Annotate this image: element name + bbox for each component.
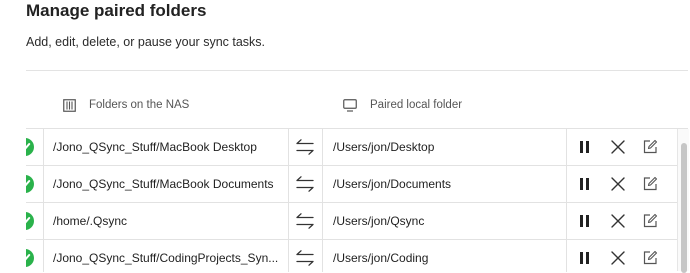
cell-separator	[43, 203, 44, 239]
table-row[interactable]: /Jono_QSync_Stuff/MacBook Documents/User…	[26, 166, 688, 203]
nas-folder-path: /Jono_QSync_Stuff/MacBook Desktop	[53, 140, 257, 154]
edit-button[interactable]	[641, 249, 659, 267]
close-icon	[611, 177, 625, 191]
pause-icon	[580, 141, 589, 153]
checkmark-icon	[26, 254, 31, 261]
cell-separator	[288, 240, 289, 272]
remove-button[interactable]	[609, 212, 627, 230]
edit-icon	[643, 213, 658, 228]
pause-button[interactable]	[576, 175, 594, 193]
cell-separator	[288, 129, 289, 165]
cell-separator	[566, 129, 567, 165]
status-indicator	[26, 212, 34, 230]
table-row[interactable]: /home/.Qsync/Users/jon/Qsync	[26, 203, 688, 240]
sync-direction	[294, 249, 316, 267]
cell-separator	[566, 240, 567, 272]
cell-separator	[43, 166, 44, 202]
edit-button[interactable]	[641, 138, 659, 156]
cell-separator	[43, 129, 44, 165]
sync-direction	[294, 138, 316, 156]
local-folder-path: /Users/jon/Desktop	[333, 140, 435, 154]
checkmark-icon	[26, 217, 31, 224]
section-divider	[26, 70, 688, 71]
sync-direction	[294, 212, 316, 230]
local-folder-path: /Users/jon/Qsync	[333, 214, 425, 228]
close-icon	[611, 214, 625, 228]
cell-separator	[322, 203, 323, 239]
status-indicator	[26, 249, 34, 267]
edit-icon	[643, 250, 658, 265]
local-folder-path: /Users/jon/Documents	[333, 177, 452, 191]
remove-button[interactable]	[609, 175, 627, 193]
pause-button[interactable]	[576, 138, 594, 156]
pause-icon	[580, 215, 589, 227]
cell-separator	[288, 203, 289, 239]
column-header-nas-label: Folders on the NAS	[89, 99, 190, 111]
pause-button[interactable]	[576, 249, 594, 267]
remove-button[interactable]	[609, 249, 627, 267]
cell-separator	[322, 240, 323, 272]
sync-arrows-icon	[296, 176, 314, 192]
close-icon	[611, 140, 625, 154]
edit-button[interactable]	[641, 212, 659, 230]
column-header-local: Paired local folder	[343, 96, 462, 114]
status-indicator	[26, 138, 34, 156]
cell-separator	[566, 166, 567, 202]
checkmark-icon	[26, 180, 31, 187]
cell-separator	[322, 166, 323, 202]
cell-separator	[288, 166, 289, 202]
cell-separator	[43, 240, 44, 272]
pause-button[interactable]	[576, 212, 594, 230]
close-icon	[611, 251, 625, 265]
sync-arrows-icon	[296, 213, 314, 229]
scrollbar-thumb[interactable]	[681, 143, 687, 273]
page-subtitle: Add, edit, delete, or pause your sync ta…	[26, 35, 266, 49]
local-folder-path: /Users/jon/Coding	[333, 251, 429, 265]
status-indicator	[26, 175, 34, 193]
pause-icon	[580, 178, 589, 190]
nas-server-icon	[63, 98, 76, 112]
column-header-local-label: Paired local folder	[370, 99, 463, 111]
edit-icon	[643, 176, 658, 191]
nas-folder-path: /home/.Qsync	[53, 214, 128, 228]
edit-button[interactable]	[641, 175, 659, 193]
sync-arrows-icon	[296, 139, 314, 155]
remove-button[interactable]	[609, 138, 627, 156]
pause-icon	[580, 252, 589, 264]
table-scrollbar[interactable]	[677, 129, 689, 273]
nas-folder-path: /Jono_QSync_Stuff/CodingProjects_Syn...	[53, 251, 279, 265]
cell-separator	[322, 129, 323, 165]
sync-direction	[294, 175, 316, 193]
table-row[interactable]: /Jono_QSync_Stuff/CodingProjects_Syn... /…	[26, 240, 688, 272]
sync-arrows-icon	[296, 250, 314, 266]
table-row[interactable]: /Jono_QSync_Stuff/MacBook Desktop/Users/…	[26, 129, 688, 166]
checkmark-icon	[26, 143, 31, 150]
monitor-icon	[343, 98, 357, 112]
edit-icon	[643, 139, 658, 154]
nas-folder-path: /Jono_QSync_Stuff/MacBook Documents	[53, 177, 274, 191]
cell-separator	[566, 203, 567, 239]
page-title: Manage paired folders	[26, 1, 207, 20]
paired-folders-table: /Jono_QSync_Stuff/MacBook Desktop/Users/…	[26, 128, 688, 272]
column-header-nas: Folders on the NAS	[63, 96, 189, 114]
